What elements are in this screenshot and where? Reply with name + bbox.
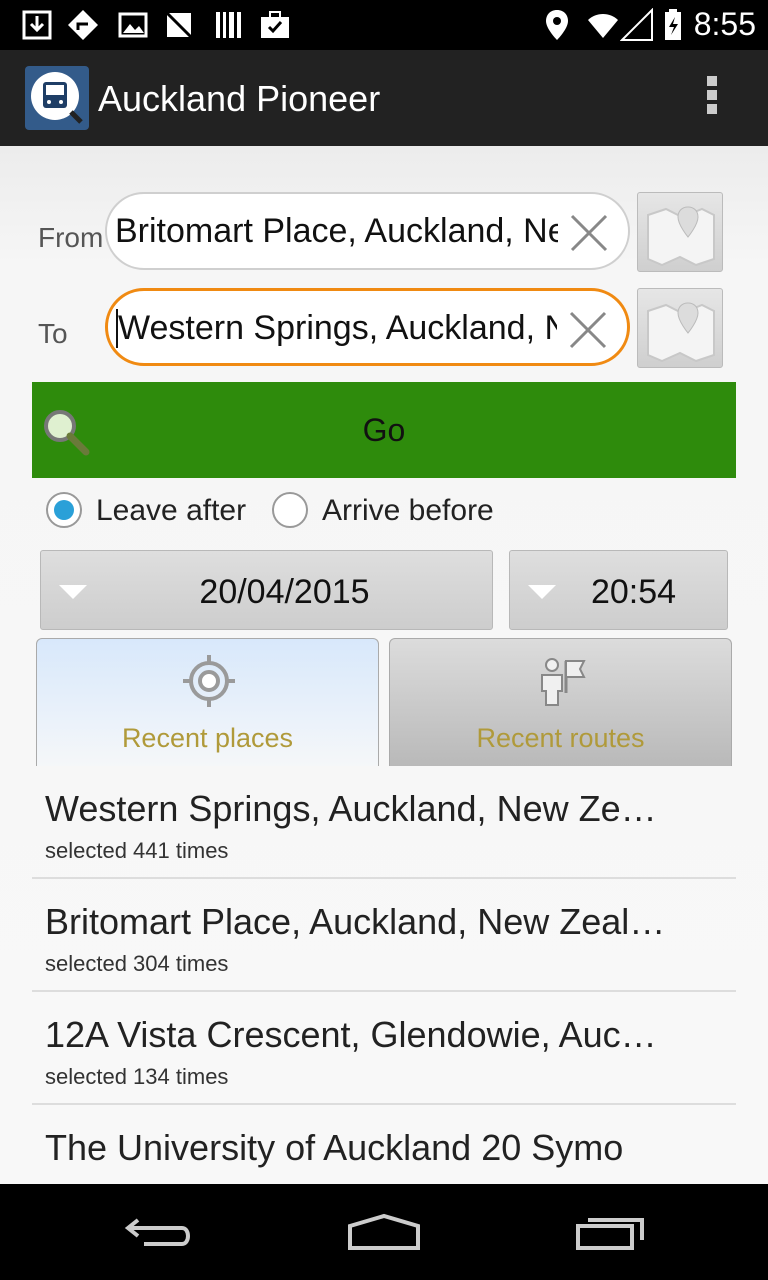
- list-item[interactable]: 12A Vista Crescent, Glendowie, Auc… sele…: [32, 992, 736, 1105]
- arrive-before-label[interactable]: Arrive before: [322, 494, 494, 528]
- time-value: 20:54: [590, 573, 677, 611]
- clear-to-icon[interactable]: [567, 309, 609, 351]
- go-label: Go: [362, 412, 406, 448]
- leave-after-label[interactable]: Leave after: [96, 494, 246, 528]
- barcode-icon: [216, 12, 241, 38]
- tab-recent-places[interactable]: Recent places: [36, 638, 379, 766]
- place-count: selected 134 times: [45, 1064, 229, 1089]
- action-bar: Auckland Pioneer: [0, 50, 768, 146]
- from-map-button[interactable]: [637, 192, 723, 272]
- place-name: 12A Vista Crescent, Glendowie, Auc…: [45, 1014, 657, 1055]
- back-icon[interactable]: [124, 1212, 196, 1252]
- to-map-button[interactable]: [637, 288, 723, 368]
- person-flag-icon: [541, 658, 586, 706]
- download-icon: [22, 10, 52, 40]
- arrive-before-radio[interactable]: [272, 492, 308, 528]
- to-label: To: [38, 318, 68, 349]
- to-input[interactable]: Western Springs, Auckland, New Zealand: [116, 309, 557, 348]
- wifi-icon: [588, 14, 618, 38]
- tab-recent-places-label: Recent places: [121, 723, 294, 753]
- recent-places-list: Western Springs, Auckland, New Ze… selec…: [32, 766, 736, 1173]
- tab-recent-routes[interactable]: Recent routes: [389, 638, 732, 766]
- place-name: Western Springs, Auckland, New Ze…: [45, 788, 657, 829]
- maps-icon: [68, 10, 98, 40]
- navigation-bar: [0, 1184, 768, 1280]
- from-field[interactable]: Britomart Place, Auckland, New Zealand: [105, 192, 630, 270]
- location-icon: [546, 10, 568, 40]
- clear-from-icon[interactable]: [568, 212, 610, 254]
- date-value: 20/04/2015: [199, 573, 370, 611]
- leave-after-radio[interactable]: [46, 492, 82, 528]
- target-icon: [183, 655, 235, 707]
- list-item[interactable]: Britomart Place, Auckland, New Zeal… sel…: [32, 879, 736, 992]
- image-icon: [118, 12, 148, 38]
- place-name: The University of Auckland 20 Symo: [45, 1127, 624, 1168]
- time-picker[interactable]: 20:54: [509, 550, 728, 630]
- from-label: From: [38, 222, 104, 253]
- app-title: Auckland Pioneer: [98, 78, 381, 119]
- home-icon[interactable]: [346, 1212, 422, 1252]
- list-item[interactable]: Western Springs, Auckland, New Ze… selec…: [32, 766, 736, 879]
- place-count: selected 304 times: [45, 951, 229, 976]
- place-count: selected 441 times: [45, 838, 229, 863]
- status-time: 8:55: [693, 6, 756, 42]
- from-input[interactable]: Britomart Place, Auckland, New Zealand: [115, 212, 558, 251]
- tab-recent-routes-label: Recent routes: [476, 723, 645, 753]
- date-picker[interactable]: 20/04/2015: [40, 550, 493, 630]
- go-button[interactable]: Go: [32, 382, 736, 478]
- map-pin-icon: [647, 302, 715, 363]
- overflow-menu-icon[interactable]: [700, 76, 724, 122]
- app-logo-icon: [25, 66, 89, 130]
- briefcase-icon: [261, 11, 289, 38]
- main-content: From Britomart Place, Auckland, New Zeal…: [0, 146, 768, 1184]
- map-pin-icon: [647, 206, 715, 267]
- list-item[interactable]: The University of Auckland 20 Symo: [32, 1105, 736, 1173]
- battery-icon: [665, 9, 681, 40]
- signal-icon: [620, 8, 653, 41]
- silent-icon: [165, 11, 193, 39]
- status-bar: 8:55: [0, 0, 768, 50]
- to-field[interactable]: Western Springs, Auckland, New Zealand: [105, 288, 630, 366]
- recents-icon[interactable]: [574, 1212, 646, 1252]
- place-name: Britomart Place, Auckland, New Zeal…: [45, 901, 666, 942]
